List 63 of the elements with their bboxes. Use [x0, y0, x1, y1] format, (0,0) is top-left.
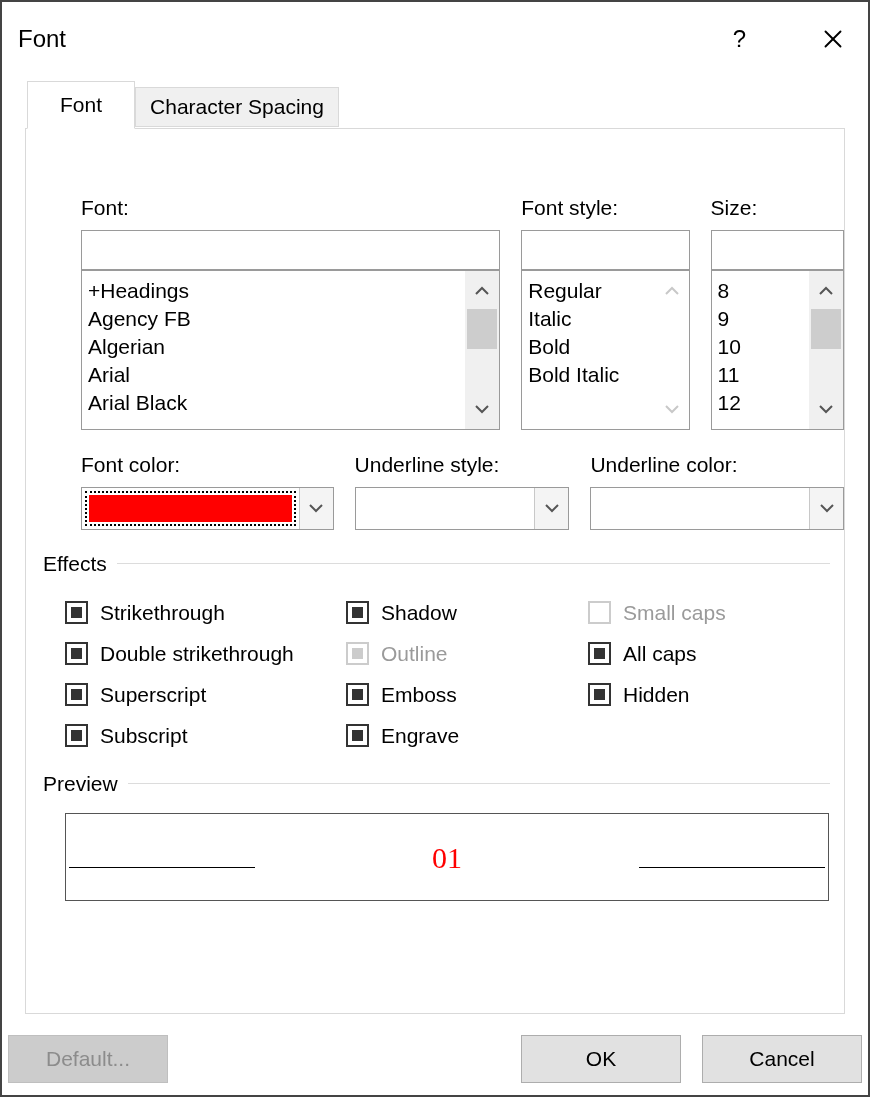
checkbox[interactable] [65, 723, 88, 747]
tab[interactable]: Character Spacing [135, 87, 339, 127]
checkbox-label: Hidden [623, 683, 690, 705]
help-button[interactable]: ? [732, 21, 746, 57]
checkbox-label: Subscript [100, 724, 188, 746]
checkbox-label: Strikethrough [100, 601, 225, 623]
checkbox-label: Small caps [623, 601, 726, 623]
list-item[interactable]: Algerian [88, 333, 166, 361]
window-title: Font [18, 24, 67, 54]
dropdown-label: Underline color: [590, 454, 739, 475]
list-label: Font: [81, 197, 130, 218]
checkbox-label: Outline [381, 642, 448, 664]
list-item[interactable]: 9 [717, 305, 730, 333]
chevron-down-icon[interactable] [308, 503, 325, 514]
scroll-thumb[interactable] [467, 309, 498, 349]
checkbox[interactable] [65, 641, 88, 665]
scroll-down-icon[interactable] [474, 405, 491, 415]
list-input-field[interactable] [521, 230, 690, 270]
list-input-field[interactable] [710, 230, 844, 270]
checkbox[interactable] [346, 723, 369, 747]
checkbox-label: Shadow [381, 601, 457, 623]
list-item[interactable]: +Headings [88, 277, 189, 305]
list-item[interactable]: 10 [717, 333, 741, 361]
scroll-down-icon[interactable] [818, 405, 834, 415]
checkbox[interactable] [65, 600, 88, 624]
list-item[interactable]: 8 [717, 277, 730, 305]
checkbox-label: All caps [623, 642, 697, 664]
scroll-up-icon[interactable] [818, 285, 834, 295]
checkbox-label: Engrave [381, 724, 460, 746]
list-input-field[interactable] [81, 230, 501, 270]
checkbox-label: Emboss [381, 683, 457, 705]
list-item[interactable]: 11 [717, 361, 740, 389]
dropdown-button[interactable] [534, 488, 569, 529]
checkbox[interactable] [588, 682, 611, 706]
section-label: Preview [43, 770, 118, 797]
scroll-up-icon[interactable] [474, 285, 491, 295]
list-item[interactable]: Arial Black [88, 389, 188, 417]
dropdown-button[interactable] [298, 488, 333, 529]
checkbox-label: Superscript [100, 683, 207, 705]
preview-text: 01 [432, 839, 462, 876]
scrollbar[interactable] [809, 271, 843, 429]
dropdown[interactable] [81, 487, 334, 530]
section-label: Effects [43, 551, 107, 577]
tab[interactable]: Font [27, 81, 136, 129]
list-item[interactable]: Agency FB [88, 305, 191, 333]
checkbox-label: Double strikethrough [100, 642, 294, 664]
checkbox[interactable] [65, 682, 88, 706]
list-item[interactable]: 12 [717, 389, 741, 417]
checkbox[interactable] [346, 682, 369, 706]
dropdown-label: Underline style: [354, 454, 501, 475]
list-item[interactable]: Arial [88, 361, 130, 389]
chevron-down-icon[interactable] [543, 503, 560, 514]
scrollbar[interactable] [465, 271, 500, 429]
dropdown-label: Font color: [81, 454, 182, 475]
dropdown-button[interactable] [809, 488, 843, 529]
checkbox[interactable] [346, 600, 369, 624]
dialog-button[interactable]: Cancel [702, 1035, 862, 1083]
list-label: Font style: [521, 197, 620, 218]
checkbox[interactable] [588, 641, 611, 665]
scroll-thumb[interactable] [811, 309, 841, 349]
dialog-button[interactable]: OK [521, 1035, 681, 1083]
chevron-down-icon[interactable] [818, 503, 835, 514]
list-label: Size: [710, 197, 759, 218]
